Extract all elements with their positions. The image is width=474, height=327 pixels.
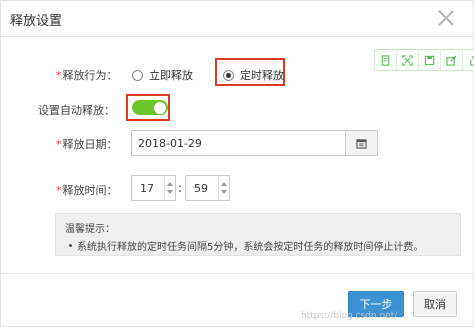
hour-stepper[interactable]: 17	[131, 175, 176, 201]
time-separator: :	[178, 181, 183, 195]
expand-icon[interactable]	[397, 50, 419, 70]
calendar-icon	[356, 138, 367, 149]
radio-immediate-label: 立即释放	[149, 69, 193, 82]
watermark: https://blog.csdn.net/...	[301, 311, 406, 321]
radio-scheduled-label: 定时释放	[240, 69, 284, 82]
release-time-label-text: 释放时间：	[62, 184, 118, 197]
chevron-up-icon[interactable]	[167, 182, 173, 186]
release-settings-dialog: 释放设置 *释放行为： 立即释放 定时释放 设置自动释放： *释放日期： 201…	[0, 0, 474, 327]
share-icon[interactable]	[463, 50, 474, 70]
auto-release-label: 设置自动释放：	[38, 104, 115, 117]
toggle-knob	[154, 101, 166, 114]
calendar-button[interactable]	[346, 130, 378, 156]
release-action-label: *释放行为：	[56, 67, 118, 83]
radio-circle-icon	[132, 69, 143, 81]
edit-icon[interactable]	[441, 50, 463, 70]
required-star: *	[56, 138, 62, 151]
auto-release-toggle[interactable]	[132, 100, 168, 115]
minute-stepper[interactable]: 59	[185, 175, 230, 201]
radio-checked-icon	[223, 69, 234, 81]
radio-immediate-release[interactable]: 立即释放	[132, 67, 193, 83]
close-icon[interactable]	[437, 9, 455, 27]
radio-scheduled-release[interactable]: 定时释放	[223, 67, 284, 83]
required-star: *	[56, 69, 62, 82]
footer-divider	[1, 273, 474, 274]
tip-box: 温馨提示： 系统执行释放的定时任务间隔5分钟，系统会按定时任务的释放时间停止计费…	[55, 213, 461, 256]
bullet-icon	[69, 244, 72, 247]
chevron-down-icon[interactable]	[221, 190, 227, 194]
dialog-title: 释放设置	[10, 14, 63, 29]
dialog-header: 释放设置	[1, 1, 474, 37]
chevron-up-icon[interactable]	[221, 182, 227, 186]
save-icon[interactable]	[419, 50, 441, 70]
hour-stepper-arrows[interactable]	[164, 176, 175, 200]
release-date-label: *释放日期：	[56, 136, 118, 152]
hour-value: 17	[140, 182, 154, 195]
required-star: *	[56, 184, 62, 197]
tip-title: 温馨提示：	[65, 224, 115, 235]
document-icon[interactable]	[375, 50, 397, 70]
release-date-label-text: 释放日期：	[62, 138, 118, 151]
tip-line-text: 系统执行释放的定时任务间隔5分钟，系统会按定时任务的释放时间停止计费。	[77, 242, 424, 253]
release-date-input[interactable]: 2018-01-29	[131, 130, 346, 156]
minute-stepper-arrows[interactable]	[218, 176, 229, 200]
cancel-button[interactable]: 取消	[413, 291, 457, 317]
release-action-label-text: 释放行为：	[62, 69, 118, 82]
minute-value: 59	[194, 182, 208, 195]
release-time-label: *释放时间：	[56, 182, 118, 198]
chevron-down-icon[interactable]	[167, 190, 173, 194]
tip-line: 系统执行释放的定时任务间隔5分钟，系统会按定时任务的释放时间停止计费。	[65, 238, 451, 253]
toolbar	[374, 49, 474, 71]
